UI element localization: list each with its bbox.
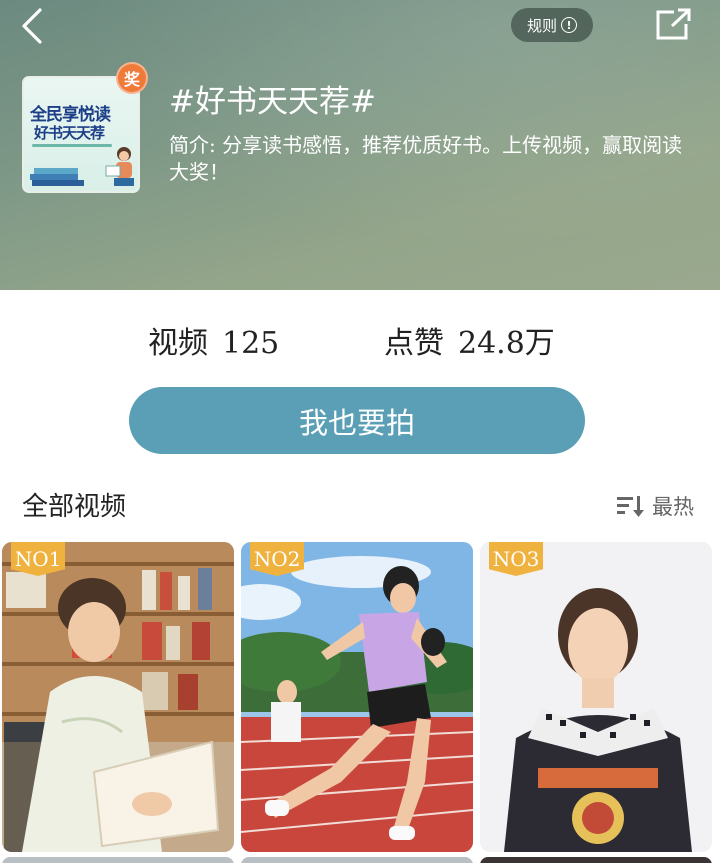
all-videos-heading: 全部视频 [22, 492, 127, 522]
sort-descending-icon [617, 496, 644, 517]
rank-badge: NO3 [489, 542, 543, 576]
like-count-value: 24.8万 [458, 326, 555, 361]
rank-badge: NO1 [11, 542, 65, 576]
video-card-2[interactable]: NO2 [241, 542, 473, 852]
video-thumbnail-portrait-girl [480, 542, 712, 852]
like-count-stat: 点赞 24.8万 [384, 318, 555, 362]
topic-cover-image: 全民享悦读 好书天天荐 [22, 76, 140, 193]
back-button[interactable] [16, 6, 52, 46]
video-card-3[interactable]: NO3 [480, 542, 712, 852]
participate-button[interactable]: 我也要拍 [129, 387, 585, 454]
like-count-label: 点赞 [384, 326, 444, 361]
video-count-label: 视频 [148, 326, 208, 361]
sort-label: 最热 [652, 495, 694, 519]
video-thumbnail-running-girls [241, 542, 473, 852]
video-card-4[interactable] [2, 857, 234, 863]
reading-girl-illustration [105, 147, 134, 186]
video-card-5[interactable] [241, 857, 473, 863]
video-count-value: 125 [222, 326, 280, 361]
share-button[interactable] [654, 8, 692, 42]
rank-badge: NO2 [250, 542, 304, 576]
topic-header: 规则 ! 全民享悦读 好书天天荐 奖 #好书天天荐# 简介: 分享读书感悟，推荐… [0, 0, 720, 290]
books-illustration [30, 168, 84, 186]
chevron-left-icon [22, 8, 42, 44]
cover-text-line2: 好书天天荐 [34, 124, 105, 142]
share-external-icon [656, 8, 691, 40]
rules-button[interactable]: 规则 ! [511, 8, 593, 42]
video-card-6[interactable] [480, 857, 712, 863]
topic-title: #好书天天荐# [169, 84, 376, 120]
rules-label: 规则 [526, 16, 557, 35]
video-thumbnail-reading-girl [2, 542, 234, 852]
info-circle-icon: ! [561, 17, 577, 33]
topic-description: 简介: 分享读书感悟，推荐优质好书。上传视频，赢取阅读大奖！ [169, 133, 683, 184]
video-count-stat: 视频 125 [148, 318, 279, 362]
sort-hot-button[interactable]: 最热 [616, 491, 694, 521]
video-card-1[interactable]: NO1 [2, 542, 234, 852]
award-badge: 奖 [118, 64, 146, 92]
